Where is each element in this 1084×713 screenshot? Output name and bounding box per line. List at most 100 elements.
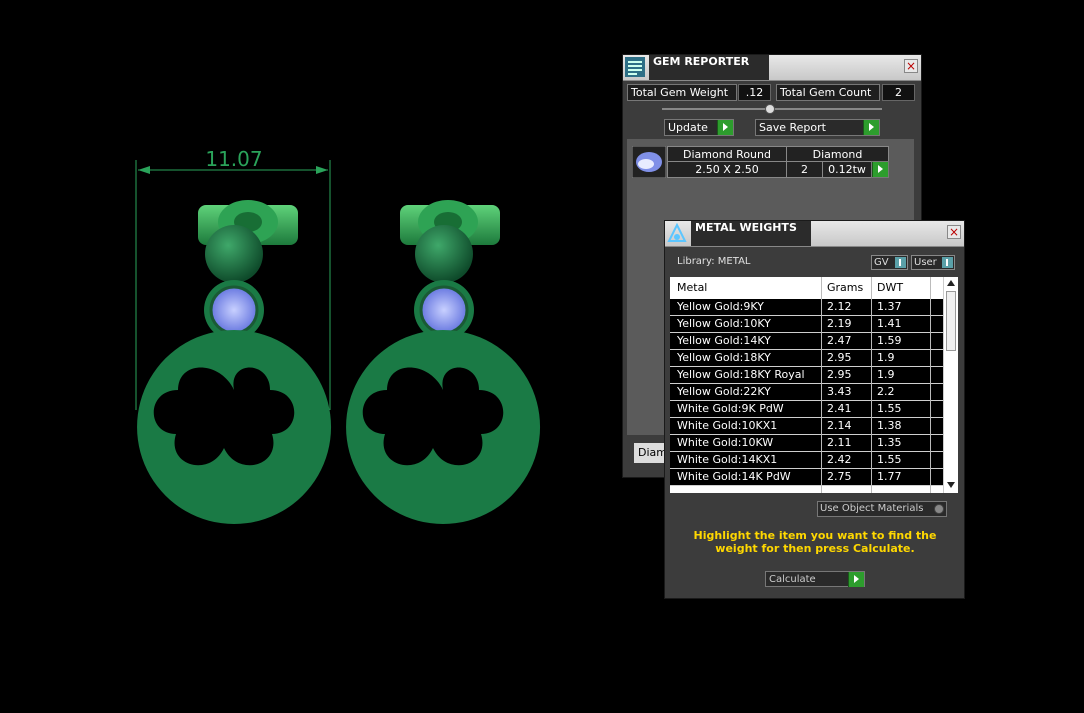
3d-viewport[interactable]: 11.07 xyxy=(0,0,600,709)
play-arrow-icon xyxy=(863,120,879,135)
metal-cell: Yellow Gold:9KY xyxy=(677,300,764,313)
earring-right xyxy=(346,200,541,524)
grams-cell: 2.47 xyxy=(827,334,852,347)
grams-cell: 2.14 xyxy=(827,419,852,432)
metal-cell: White Gold:10KW xyxy=(677,436,774,449)
metal-cell: Yellow Gold:22KY xyxy=(677,385,771,398)
metal-weights-app-icon xyxy=(667,223,687,242)
grams-cell: 2.12 xyxy=(827,300,852,313)
grams-cell: 2.11 xyxy=(827,436,852,449)
column-header-grams[interactable]: Grams xyxy=(827,277,863,299)
column-header-dwt[interactable]: DWT xyxy=(877,277,903,299)
table-row[interactable]: White Gold:10KW 2.11 1.35 xyxy=(670,435,943,452)
gem-count-cell: 2 xyxy=(786,161,823,178)
toggle-indicator-icon xyxy=(942,257,953,268)
grams-cell: 2.42 xyxy=(827,453,852,466)
grams-cell: 2.95 xyxy=(827,368,852,381)
metal-cell: White Gold:14KX1 xyxy=(677,453,778,466)
gem-weight-cell: 0.12tw xyxy=(822,161,872,178)
dwt-cell: 1.35 xyxy=(877,436,902,449)
total-gem-weight-value: .12 xyxy=(738,84,771,101)
dwt-cell: 1.59 xyxy=(877,334,902,347)
instruction-text: Highlight the item you want to find the … xyxy=(693,529,937,555)
slider-handle[interactable] xyxy=(765,104,775,114)
save-report-button[interactable]: Save Report xyxy=(755,119,880,136)
total-gem-count-label: Total Gem Count xyxy=(776,84,880,101)
column-divider xyxy=(871,277,872,493)
dwt-cell: 1.9 xyxy=(877,368,895,381)
metal-cell: Yellow Gold:18KY Royal xyxy=(677,368,805,381)
metal-cell: White Gold:14K PdW xyxy=(677,470,791,483)
metal-weights-titlebar[interactable]: METAL WEIGHTS × xyxy=(665,221,964,247)
metal-weights-table: Metal Grams DWT Yellow Gold:9KY 2.12 1.37 Y… xyxy=(670,277,958,493)
table-row[interactable]: Yellow Gold:9KY 2.12 1.37 xyxy=(670,299,943,316)
gem-size-cell: 2.50 X 2.50 xyxy=(667,161,787,178)
toggle-indicator-icon xyxy=(895,257,906,268)
column-divider xyxy=(821,277,822,493)
grams-cell: 2.75 xyxy=(827,470,852,483)
gem-reporter-titlebar[interactable]: GEM REPORTER × xyxy=(623,55,921,81)
scroll-thumb[interactable] xyxy=(946,291,956,351)
library-label: Library: METAL xyxy=(677,256,751,267)
table-row[interactable]: White Gold:9K PdW 2.41 1.55 xyxy=(670,401,943,418)
gem-reporter-title: GEM REPORTER xyxy=(649,55,769,80)
dwt-cell: 1.41 xyxy=(877,317,902,330)
table-row[interactable]: White Gold:10KX1 2.14 1.38 xyxy=(670,418,943,435)
calculate-button-label: Calculate xyxy=(769,574,816,585)
table-header: Metal Grams DWT xyxy=(670,277,943,299)
grams-cell: 2.41 xyxy=(827,402,852,415)
calculate-button[interactable]: Calculate xyxy=(765,571,865,587)
gem-reporter-app-icon xyxy=(625,57,645,77)
metal-cell: White Gold:10KX1 xyxy=(677,419,778,432)
table-row[interactable]: White Gold:14K PdW 2.75 1.77 xyxy=(670,469,943,486)
metal-cell: Yellow Gold:14KY xyxy=(677,334,771,347)
close-icon[interactable]: × xyxy=(904,59,918,73)
grams-cell: 2.95 xyxy=(827,351,852,364)
table-row[interactable]: Yellow Gold:14KY 2.47 1.59 xyxy=(670,333,943,350)
diamond-round-icon xyxy=(632,146,666,178)
gv-label: GV xyxy=(874,257,889,268)
update-button[interactable]: Update xyxy=(664,119,734,136)
user-label: User xyxy=(914,257,937,268)
table-row[interactable]: Yellow Gold:18KY 2.95 1.9 xyxy=(670,350,943,367)
dwt-cell: 1.77 xyxy=(877,470,902,483)
gv-toggle-button[interactable]: GV xyxy=(871,255,908,270)
user-toggle-button[interactable]: User xyxy=(911,255,955,270)
gem-shape-cell: Diamond Round xyxy=(667,146,787,162)
table-row[interactable]: Yellow Gold:18KY Royal 2.95 1.9 xyxy=(670,367,943,384)
dwt-cell: 1.37 xyxy=(877,300,902,313)
gem-material-cell: Diamond xyxy=(786,146,889,162)
table-body: Yellow Gold:9KY 2.12 1.37 Yellow Gold:10KY 2… xyxy=(670,299,943,486)
total-gem-weight-label: Total Gem Weight xyxy=(627,84,737,101)
play-arrow-icon xyxy=(717,120,733,135)
save-report-button-label: Save Report xyxy=(759,121,826,134)
scroll-down-arrow-icon[interactable] xyxy=(947,482,955,488)
dwt-cell: 1.9 xyxy=(877,351,895,364)
metal-cell: Yellow Gold:10KY xyxy=(677,317,771,330)
metal-weights-title: METAL WEIGHTS xyxy=(691,221,811,246)
table-row[interactable]: White Gold:14KX1 2.42 1.55 xyxy=(670,452,943,469)
table-row[interactable]: Yellow Gold:10KY 2.19 1.41 xyxy=(670,316,943,333)
play-arrow-icon xyxy=(848,572,864,587)
column-header-metal[interactable]: Metal xyxy=(677,277,707,299)
metal-cell: Yellow Gold:18KY xyxy=(677,351,771,364)
use-object-materials-option[interactable]: Use Object Materials xyxy=(817,501,947,517)
dwt-cell: 1.55 xyxy=(877,402,902,415)
table-row[interactable]: Yellow Gold:22KY 3.43 2.2 xyxy=(670,384,943,401)
vertical-scrollbar[interactable] xyxy=(943,277,958,493)
metal-cell: White Gold:9K PdW xyxy=(677,402,784,415)
radio-button-icon[interactable] xyxy=(934,504,944,514)
close-icon[interactable]: × xyxy=(947,225,961,239)
dwt-cell: 2.2 xyxy=(877,385,895,398)
dwt-cell: 1.38 xyxy=(877,419,902,432)
update-button-label: Update xyxy=(668,121,708,134)
grams-cell: 2.19 xyxy=(827,317,852,330)
grams-cell: 3.43 xyxy=(827,385,852,398)
use-object-materials-label: Use Object Materials xyxy=(820,503,924,514)
earring-left xyxy=(137,200,332,524)
total-gem-count-value: 2 xyxy=(882,84,915,101)
dimension-label: 11.07 xyxy=(205,147,262,171)
column-divider xyxy=(930,277,931,493)
scroll-up-arrow-icon[interactable] xyxy=(947,280,955,286)
gem-row-go-button[interactable] xyxy=(871,161,889,178)
